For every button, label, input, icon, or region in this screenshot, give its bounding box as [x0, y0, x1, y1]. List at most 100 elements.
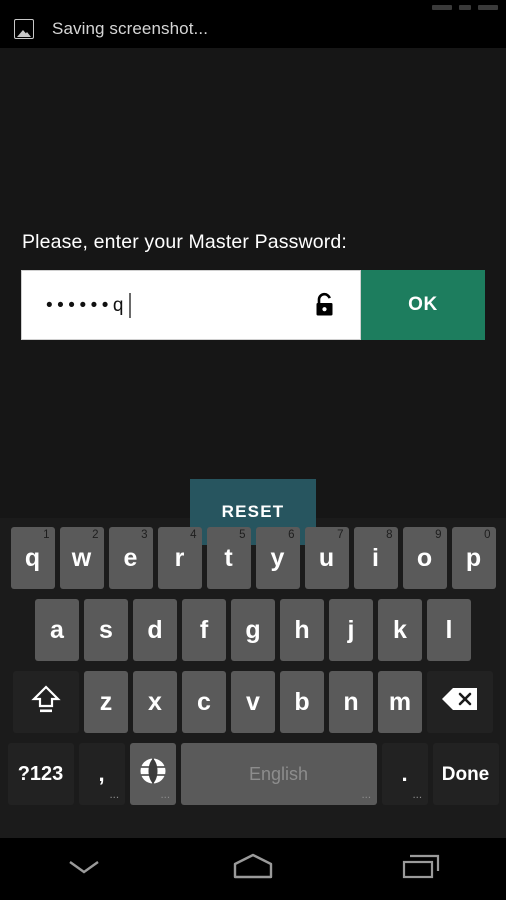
password-input[interactable]: ••••••q [21, 270, 361, 340]
key-label: b [294, 687, 310, 716]
key-g[interactable]: g [231, 599, 275, 661]
backspace-icon [440, 686, 480, 719]
notification-bar[interactable]: Saving screenshot... [0, 10, 506, 48]
key-k[interactable]: k [378, 599, 422, 661]
key-more-hint: ··· [362, 793, 372, 802]
app-content: Please, enter your Master Password: ••••… [0, 48, 506, 545]
key-hint: 7 [337, 529, 344, 541]
key-label: t [224, 543, 233, 572]
key-label: d [147, 615, 163, 644]
key-label: w [71, 543, 92, 572]
key-s[interactable]: s [84, 599, 128, 661]
key-hint: 0 [484, 529, 491, 541]
key-hint: 6 [288, 529, 295, 541]
prompt-label: Please, enter your Master Password: [22, 231, 347, 253]
space-label: English [248, 764, 309, 784]
home-button[interactable] [169, 838, 338, 900]
password-value: ••••••q [46, 294, 128, 316]
key-label: r [174, 543, 185, 572]
keyboard-row-4: ?123 , ··· ··· English ··· . ··· Done [0, 738, 506, 810]
key-label: h [294, 615, 310, 644]
key-hint: 2 [92, 529, 99, 541]
back-button[interactable] [0, 838, 169, 900]
recents-button[interactable] [337, 838, 506, 900]
key-x[interactable]: x [133, 671, 177, 733]
language-switch-key[interactable]: ··· [129, 743, 176, 805]
key-label: n [343, 687, 359, 716]
status-bar [0, 0, 506, 10]
key-p[interactable]: 0 p [451, 527, 496, 589]
key-label: u [318, 543, 335, 572]
key-f[interactable]: f [182, 599, 226, 661]
key-o[interactable]: 9 o [402, 527, 447, 589]
symbols-key[interactable]: ?123 [7, 743, 74, 805]
key-r[interactable]: 4 r [157, 527, 202, 589]
key-q[interactable]: 1 q [10, 527, 55, 589]
key-label: y [270, 543, 285, 572]
unlock-icon[interactable] [314, 292, 336, 318]
key-label: x [148, 687, 162, 716]
notification-text: Saving screenshot... [52, 19, 209, 38]
key-hint: 4 [190, 529, 197, 541]
password-input-row: ••••••q OK [21, 270, 485, 340]
recents-icon [396, 851, 448, 888]
key-label: . [401, 761, 408, 786]
key-label: v [246, 687, 260, 716]
comma-key[interactable]: , ··· [78, 743, 125, 805]
signal-icon [432, 5, 452, 10]
key-t[interactable]: 5 t [206, 527, 251, 589]
key-hint: 9 [435, 529, 442, 541]
home-icon [225, 851, 281, 888]
key-b[interactable]: b [280, 671, 324, 733]
space-key[interactable]: English ··· [180, 743, 377, 805]
key-w[interactable]: 2 w [59, 527, 104, 589]
key-y[interactable]: 6 y [255, 527, 300, 589]
key-m[interactable]: m [378, 671, 422, 733]
keyboard-row-3: z x c v b n m [0, 666, 506, 738]
key-more-hint: ··· [161, 793, 171, 802]
key-z[interactable]: z [84, 671, 128, 733]
key-l[interactable]: l [427, 599, 471, 661]
text-caret [128, 292, 131, 318]
key-h[interactable]: h [280, 599, 324, 661]
ok-button[interactable]: OK [361, 270, 485, 340]
key-label: Done [441, 763, 490, 785]
key-label: q [24, 543, 41, 572]
backspace-key[interactable] [427, 671, 493, 733]
period-key[interactable]: . ··· [381, 743, 428, 805]
status-bar-icons [432, 0, 498, 10]
key-label: e [123, 543, 138, 572]
key-label: i [372, 543, 379, 572]
key-label: c [197, 687, 211, 716]
image-icon [14, 19, 34, 39]
key-u[interactable]: 7 u [304, 527, 349, 589]
keyboard-row-2: a s d f g h j k l [0, 594, 506, 666]
key-label: z [99, 687, 113, 716]
key-label: a [50, 615, 64, 644]
key-e[interactable]: 3 e [108, 527, 153, 589]
key-a[interactable]: a [35, 599, 79, 661]
key-hint: 1 [43, 529, 50, 541]
key-v[interactable]: v [231, 671, 275, 733]
key-j[interactable]: j [329, 599, 373, 661]
shift-key[interactable] [13, 671, 79, 733]
done-key[interactable]: Done [432, 743, 499, 805]
key-n[interactable]: n [329, 671, 373, 733]
key-hint: 8 [386, 529, 393, 541]
battery-icon [478, 5, 498, 10]
shift-icon [29, 682, 63, 723]
key-label: s [99, 615, 113, 644]
key-c[interactable]: c [182, 671, 226, 733]
chevron-down-icon [62, 855, 106, 884]
key-d[interactable]: d [133, 599, 177, 661]
key-label: ?123 [17, 763, 64, 785]
key-label: m [388, 687, 412, 716]
key-label: f [199, 615, 209, 644]
key-label: k [393, 615, 407, 644]
soft-keyboard: 1 q 2 w 3 e 4 r 5 t 6 y 7 u 8 i 9 o 0 p … [0, 518, 506, 838]
key-label: o [416, 543, 433, 572]
key-label: , [98, 761, 105, 786]
key-more-hint: ··· [413, 793, 423, 802]
android-screen: Saving screenshot... Please, enter your … [0, 0, 506, 900]
key-i[interactable]: 8 i [353, 527, 398, 589]
